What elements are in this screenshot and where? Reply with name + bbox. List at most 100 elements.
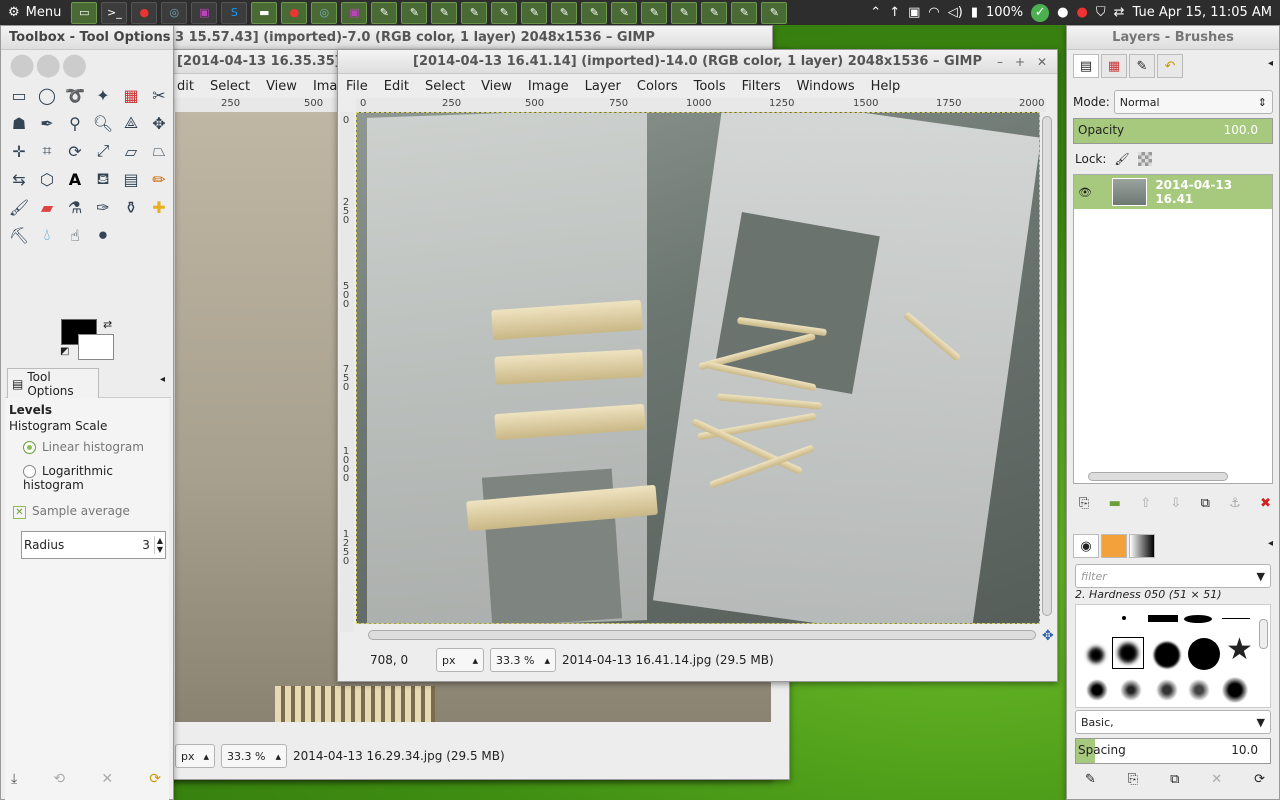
gimp-window-icon[interactable]: ✎: [491, 1, 518, 24]
new-layer-icon[interactable]: ⎘: [1079, 496, 1089, 511]
gimp-window-icon[interactable]: ✎: [401, 1, 428, 24]
gimp-window-icon[interactable]: ✎: [371, 1, 398, 24]
new-brush-icon[interactable]: ⎘: [1128, 772, 1138, 787]
restore-options-icon[interactable]: ⟲: [53, 771, 65, 787]
channels-tab-icon[interactable]: ▦: [1101, 54, 1127, 78]
delete-options-icon[interactable]: ✕: [101, 771, 113, 787]
shear-icon[interactable]: ▱: [117, 137, 145, 165]
patterns-tab-icon[interactable]: [1101, 534, 1127, 558]
blur-icon[interactable]: 💧︎: [33, 221, 61, 249]
measure-icon[interactable]: ⟁: [117, 109, 145, 137]
brush-swatch[interactable]: [1156, 679, 1178, 701]
paintbrush-icon[interactable]: 🖌︎: [5, 193, 33, 221]
zoom-icon[interactable]: 🔍︎: [89, 109, 117, 137]
lock-alpha-icon[interactable]: [1137, 152, 1152, 166]
delete-layer-icon[interactable]: ✖: [1260, 496, 1271, 511]
menu-help[interactable]: Help: [863, 79, 909, 94]
brush-tag-input[interactable]: Basic, ▼: [1075, 710, 1271, 734]
lock-pixels-icon[interactable]: 🖌︎: [1114, 152, 1129, 166]
menu-edit[interactable]: Edit: [376, 79, 417, 94]
vertical-scrollbar[interactable]: [1042, 116, 1052, 616]
chevron-up-icon[interactable]: ⌃: [870, 5, 881, 20]
brush-grid-scrollbar[interactable]: [1259, 619, 1268, 649]
cage-icon[interactable]: ⬡: [33, 165, 61, 193]
smudge-icon[interactable]: ☝: [61, 221, 89, 249]
brush-swatch[interactable]: [1184, 615, 1212, 623]
menu-select[interactable]: Select: [202, 79, 258, 94]
scale-icon[interactable]: ⤢: [89, 137, 117, 165]
brush-swatch[interactable]: [1188, 679, 1210, 701]
menu-windows[interactable]: Windows: [789, 79, 863, 94]
chrome-icon[interactable]: ●: [131, 1, 158, 24]
color-select-icon[interactable]: ▦: [117, 81, 145, 109]
duplicate-brush-icon[interactable]: ⧉: [1170, 772, 1179, 787]
terminal-icon[interactable]: >_: [101, 1, 128, 24]
clone-icon[interactable]: ⚱: [117, 193, 145, 221]
menu-view[interactable]: View: [258, 79, 305, 94]
gimp-window-icon[interactable]: ✎: [731, 1, 758, 24]
battery-icon[interactable]: ▮: [971, 5, 978, 20]
wifi-icon[interactable]: ◠: [928, 5, 939, 20]
gimp-window-icon[interactable]: ✎: [611, 1, 638, 24]
network-icon[interactable]: ●: [1057, 5, 1068, 20]
layers-tab-icon[interactable]: ▤: [1073, 54, 1099, 78]
gimp-window-icon[interactable]: ✎: [701, 1, 728, 24]
skype-icon[interactable]: S: [221, 1, 248, 24]
paths-tab-icon[interactable]: ✎: [1129, 54, 1155, 78]
brush-filter-input[interactable]: filter ▼: [1075, 564, 1271, 588]
refresh-brushes-icon[interactable]: ⟳: [1254, 772, 1265, 787]
linear-histogram-radio[interactable]: Linear histogram: [5, 435, 169, 459]
foreground-select-icon[interactable]: ☗: [5, 109, 33, 137]
brush-swatch[interactable]: [1222, 618, 1250, 619]
text-icon[interactable]: A: [61, 165, 89, 193]
fuzzy-select-icon[interactable]: ✦: [89, 81, 117, 109]
tab-tool-options[interactable]: ▤ Tool Options: [7, 368, 99, 398]
color-picker-icon[interactable]: ⚲: [61, 109, 89, 137]
flip-icon[interactable]: ⇆: [5, 165, 33, 193]
ink-icon[interactable]: ✑: [89, 193, 117, 221]
brush-swatch[interactable]: [1222, 677, 1248, 703]
paths-icon[interactable]: ✒: [33, 109, 61, 137]
edit-brush-icon[interactable]: ✎: [1085, 772, 1096, 787]
menu-filters[interactable]: Filters: [734, 79, 789, 94]
menu-image[interactable]: Image: [520, 79, 577, 94]
default-colors-icon[interactable]: ◩: [60, 346, 69, 357]
up-arrow-icon[interactable]: ↑: [889, 5, 900, 20]
sample-average-checkbox[interactable]: ✕ Sample average: [5, 497, 169, 526]
move-icon[interactable]: ✥: [145, 109, 173, 137]
bucket-fill-icon[interactable]: ⛾: [89, 165, 117, 193]
rect-select-icon[interactable]: ▭: [5, 81, 33, 109]
brush-swatch-selected[interactable]: [1112, 637, 1144, 669]
chrome-icon[interactable]: ●: [281, 1, 308, 24]
radius-spinbox[interactable]: Radius 3 ▲ ▼: [21, 531, 166, 559]
ellipse-select-icon[interactable]: ◯: [33, 81, 61, 109]
unit-combo[interactable]: px ▴: [436, 648, 484, 672]
menu-tools[interactable]: Tools: [686, 79, 734, 94]
swap-colors-icon[interactable]: ⇄: [103, 318, 112, 331]
configure-tab-icon[interactable]: ◂: [1268, 538, 1273, 549]
raise-layer-icon[interactable]: ⇧: [1140, 496, 1151, 511]
align-icon[interactable]: ✛: [5, 137, 33, 165]
gimp-window-icon[interactable]: ✎: [461, 1, 488, 24]
blend-icon[interactable]: ▤: [117, 165, 145, 193]
background-color-swatch[interactable]: [78, 334, 114, 360]
lasso-icon[interactable]: ➰: [61, 81, 89, 109]
scissors-icon[interactable]: ✂: [145, 81, 173, 109]
gimp-window-icon[interactable]: ✎: [671, 1, 698, 24]
logarithmic-histogram-radio[interactable]: Logarithmic histogram: [5, 459, 169, 497]
image-canvas[interactable]: [356, 112, 1040, 624]
swap-icon[interactable]: ⇄: [1114, 5, 1125, 20]
opacity-slider[interactable]: Opacity 100.0: [1073, 118, 1273, 144]
show-desktop-icon[interactable]: ▭: [71, 1, 98, 24]
dodge-burn-icon[interactable]: ⚫: [89, 221, 117, 249]
dropbox-icon[interactable]: ▣: [908, 5, 920, 20]
spacing-slider[interactable]: Spacing 10.0: [1075, 738, 1271, 764]
zoom-combo[interactable]: 33.3 % ▴: [221, 744, 287, 768]
lower-layer-icon[interactable]: ⇩: [1170, 496, 1181, 511]
gimp-window-icon[interactable]: ✎: [581, 1, 608, 24]
gimp-window-icon[interactable]: ✎: [641, 1, 668, 24]
menu-select[interactable]: Select: [417, 79, 473, 94]
app-icon[interactable]: ◎: [161, 1, 188, 24]
airbrush-icon[interactable]: ⚗: [61, 193, 89, 221]
minimize-icon[interactable]: –: [997, 50, 1003, 73]
